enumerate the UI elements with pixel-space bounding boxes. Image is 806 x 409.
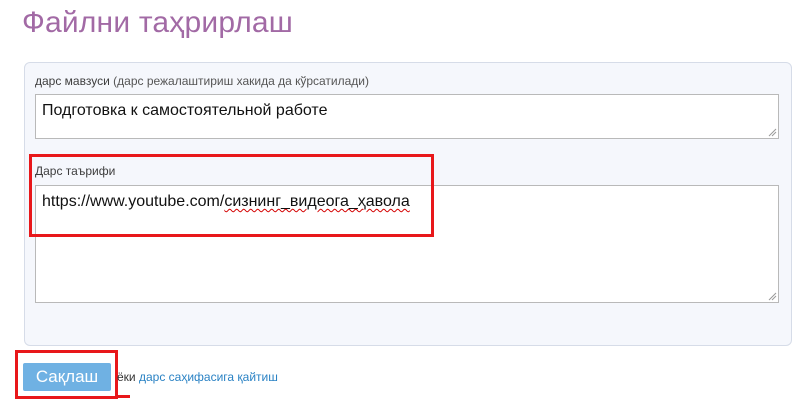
description-label: Дарс таърифи [35, 164, 116, 178]
resize-grip-icon[interactable] [767, 291, 777, 301]
topic-textarea[interactable]: Подготовка к самостоятельной работе [35, 94, 779, 139]
description-url-prefix: https://www.youtube.com/ [42, 193, 225, 210]
back-to-lesson-link[interactable]: дарс саҳифасига қайтиш [139, 370, 278, 384]
topic-label-text: дарс мавзуси [35, 74, 110, 88]
description-value: https://www.youtube.com/сизнинг_видеога_… [42, 193, 410, 210]
topic-hint: (дарс режалаштириш хакида да кўрсатилади… [113, 74, 369, 88]
description-url-placeholder: сизнинг_видеога_ҳавола [224, 193, 410, 210]
topic-value: Подготовка к самостоятельной работе [42, 102, 328, 119]
description-textarea[interactable]: https://www.youtube.com/сизнинг_видеога_… [35, 185, 779, 303]
highlight-underline [116, 395, 130, 398]
save-button[interactable]: Сақлаш [23, 363, 111, 391]
form-panel: дарс мавзуси (дарс режалаштириш хакида д… [24, 62, 792, 346]
resize-grip-icon[interactable] [767, 127, 777, 137]
footer-or-text: ёки [117, 370, 136, 384]
topic-label: дарс мавзуси (дарс режалаштириш хакида д… [35, 74, 369, 88]
footer-actions: ёки дарс саҳифасига қайтиш [117, 370, 278, 384]
page-title: Файлни таҳрирлаш [22, 6, 294, 39]
